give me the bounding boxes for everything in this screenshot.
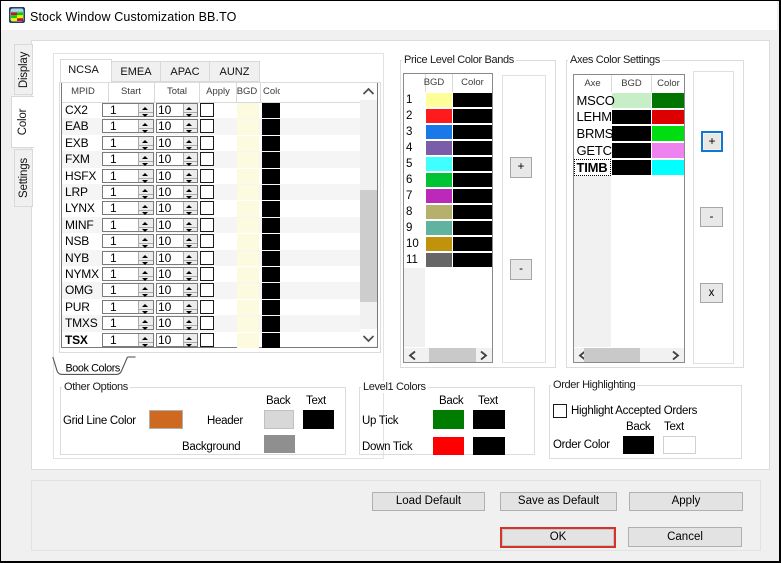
svg-text:Book Colors: Book Colors xyxy=(66,362,121,374)
